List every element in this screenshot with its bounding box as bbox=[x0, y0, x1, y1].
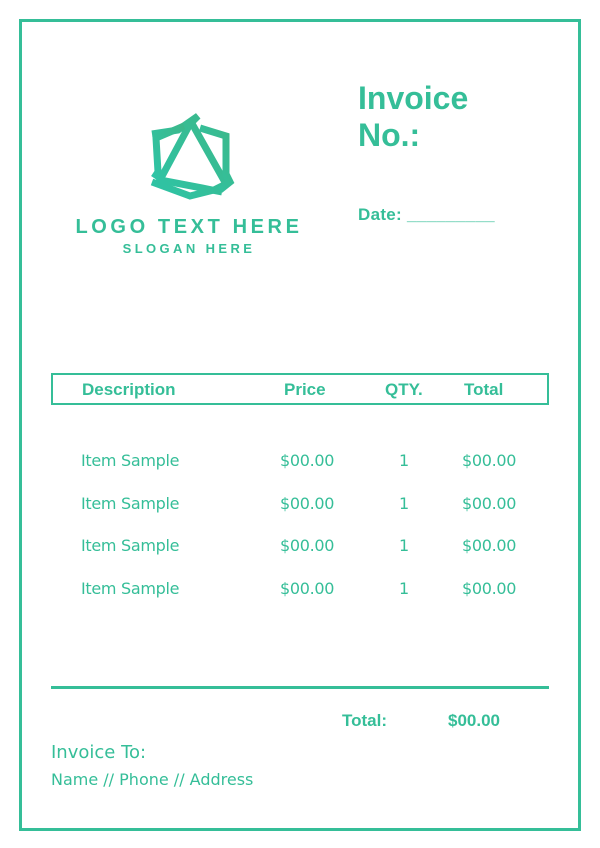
table-row: Item Sample $00.00 1 $00.00 bbox=[0, 494, 600, 516]
item-total: $00.00 bbox=[462, 494, 517, 513]
total-label: Total: bbox=[342, 711, 388, 730]
item-price: $00.00 bbox=[280, 451, 335, 470]
invoice-to-label: Invoice To: bbox=[51, 742, 147, 763]
item-qty: 1 bbox=[399, 451, 409, 470]
item-qty: 1 bbox=[399, 579, 409, 598]
column-header-total: Total bbox=[464, 380, 504, 399]
item-total: $00.00 bbox=[462, 536, 517, 555]
column-header-qty: QTY. bbox=[385, 380, 423, 399]
item-description: Item Sample bbox=[81, 451, 180, 470]
item-price: $00.00 bbox=[280, 536, 335, 555]
item-description: Item Sample bbox=[81, 536, 180, 555]
table-header: Description Price QTY. Total bbox=[51, 373, 549, 405]
billing-contact-details: Name // Phone // Address bbox=[51, 770, 254, 789]
logo-text: LOGO TEXT HERE bbox=[75, 216, 303, 238]
table-row: Item Sample $00.00 1 $00.00 bbox=[0, 451, 600, 473]
item-qty: 1 bbox=[399, 494, 409, 513]
logo-slogan: SLOGAN HERE bbox=[122, 241, 256, 256]
page-border bbox=[19, 19, 581, 831]
item-price: $00.00 bbox=[280, 579, 335, 598]
column-header-price: Price bbox=[284, 380, 326, 399]
column-header-description: Description bbox=[82, 380, 176, 399]
summary-divider bbox=[51, 686, 549, 689]
total-value: $00.00 bbox=[448, 711, 500, 730]
item-description: Item Sample bbox=[81, 579, 180, 598]
invoice-title-line2: No.: bbox=[358, 117, 421, 153]
invoice-title-line1: Invoice bbox=[358, 80, 469, 116]
table-row: Item Sample $00.00 1 $00.00 bbox=[0, 579, 600, 601]
item-qty: 1 bbox=[399, 536, 409, 555]
invoice-number-heading: Invoice No.: bbox=[358, 80, 468, 154]
item-total: $00.00 bbox=[462, 451, 517, 470]
item-price: $00.00 bbox=[280, 494, 335, 513]
date-field: Date: _________ bbox=[358, 205, 495, 224]
item-total: $00.00 bbox=[462, 579, 517, 598]
table-row: Item Sample $00.00 1 $00.00 bbox=[0, 536, 600, 558]
item-description: Item Sample bbox=[81, 494, 180, 513]
shield-triangle-knot-icon bbox=[150, 113, 235, 200]
